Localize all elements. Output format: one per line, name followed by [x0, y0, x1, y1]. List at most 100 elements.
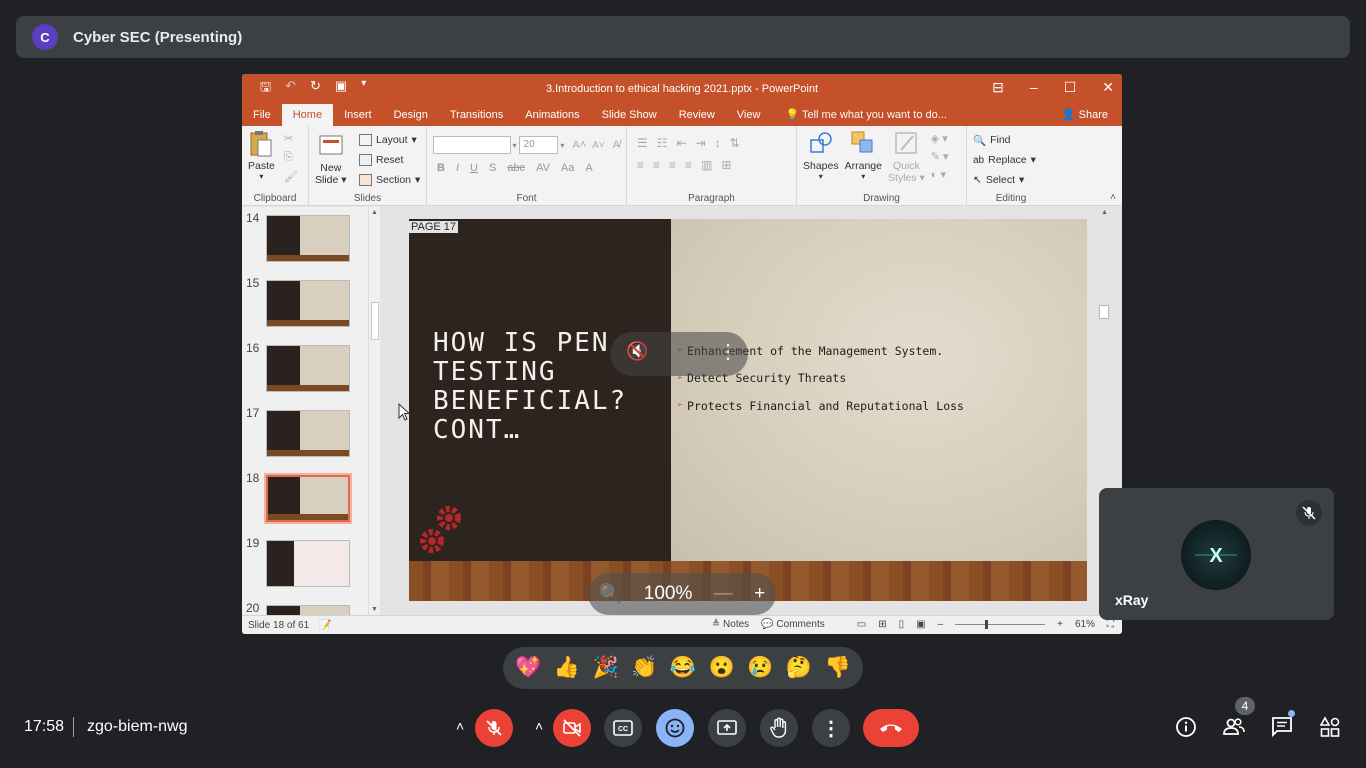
zoom-search-icon[interactable]: 🔍 — [599, 582, 623, 606]
italic-icon[interactable]: I — [456, 162, 459, 174]
slide-canvas[interactable]: PAGE 17 HOW IS PEN TESTING BENEFICIAL? C… — [409, 219, 1087, 601]
replace-button[interactable]: ab Replace ▾ — [973, 150, 1049, 170]
tab-insert[interactable]: Insert — [333, 104, 383, 126]
arrange-button[interactable]: Arrange ▾ — [845, 130, 882, 184]
reading-view-icon[interactable]: ▯ — [899, 619, 905, 630]
chat-button[interactable] — [1271, 716, 1293, 743]
font-name-input[interactable] — [433, 136, 511, 154]
text-direction-icon[interactable]: ⇅ — [730, 136, 740, 150]
decrease-indent-icon[interactable]: ⇤ — [677, 136, 687, 150]
more-options-button[interactable]: ⋮ — [812, 709, 850, 747]
format-painter-icon[interactable]: 🖌 — [284, 170, 298, 183]
tab-review[interactable]: Review — [668, 104, 726, 126]
reaction-crying[interactable]: 😢 — [747, 656, 773, 680]
select-button[interactable]: ↖ Select ▾ — [973, 170, 1049, 190]
increase-indent-icon[interactable]: ⇥ — [696, 136, 706, 150]
reset-button[interactable]: Reset — [359, 150, 420, 170]
thumbnail-14[interactable]: 14 — [246, 211, 354, 262]
scrollbar-thumb[interactable] — [371, 302, 379, 340]
fit-slide-icon[interactable]: ⛶ — [1107, 619, 1114, 630]
zoom-level[interactable]: 61% — [1075, 619, 1095, 630]
more-options-icon[interactable]: ⋮ — [718, 339, 738, 364]
scroll-up-icon[interactable]: ▲ — [371, 209, 378, 216]
reaction-clapping[interactable]: 👏 — [631, 656, 657, 680]
video-options-chevron-icon[interactable]: ˄ — [535, 718, 543, 734]
change-case-icon[interactable]: Aa — [561, 162, 574, 174]
comments-button[interactable]: 💬 Comments — [761, 619, 825, 630]
quick-styles-button[interactable]: Quick Styles ▾ — [888, 130, 925, 184]
zoom-slider[interactable] — [955, 620, 1046, 629]
slideshow-view-icon[interactable]: ▣ — [916, 619, 925, 630]
align-right-icon[interactable]: ≡ — [669, 158, 676, 172]
thumbnail-16[interactable]: 16 — [246, 341, 354, 392]
people-button[interactable] — [1222, 716, 1246, 743]
present-screen-button[interactable] — [708, 709, 746, 747]
shapes-button[interactable]: Shapes ▾ — [803, 130, 839, 184]
tab-home[interactable]: Home — [281, 104, 334, 126]
participant-tile[interactable]: X xRay — [1099, 488, 1334, 620]
redo-icon[interactable]: ↻ — [310, 78, 321, 100]
shape-outline-icon[interactable]: ✎ ▾ — [931, 150, 949, 163]
columns-icon[interactable]: ▥ — [701, 158, 712, 172]
reaction-thumbs-up[interactable]: 👍 — [554, 656, 580, 680]
raise-hand-button[interactable] — [760, 709, 798, 747]
tab-view[interactable]: View — [726, 104, 772, 126]
numbering-icon[interactable]: ☷ — [657, 136, 668, 150]
thumbnail-20[interactable]: 20 — [246, 601, 354, 615]
minimize-icon[interactable]: – — [1030, 79, 1038, 96]
line-spacing-icon[interactable]: ↕ — [715, 136, 721, 150]
camera-off-button[interactable] — [553, 709, 591, 747]
tab-slide-show[interactable]: Slide Show — [591, 104, 668, 126]
bullets-icon[interactable]: ☰ — [637, 136, 648, 150]
font-color-icon[interactable]: A — [585, 162, 592, 174]
thumbnails-scrollbar[interactable]: ▲ ▼ — [368, 207, 380, 615]
reaction-thumbs-down[interactable]: 👎 — [825, 656, 851, 680]
shape-effects-icon[interactable]: ◐ ▾ — [931, 168, 949, 181]
strikethrough-icon[interactable]: abc — [507, 162, 525, 174]
present-from-start-icon[interactable]: ▣ — [335, 78, 347, 100]
spellcheck-icon[interactable]: 📝 — [319, 620, 331, 631]
canvas-scroll-up-icon[interactable]: ▲ — [1101, 209, 1108, 216]
collapse-ribbon-icon[interactable]: ˄ — [1110, 192, 1116, 203]
reaction-thinking[interactable]: 🤔 — [786, 656, 812, 680]
bold-icon[interactable]: B — [437, 162, 445, 174]
zoom-overlay-minus[interactable]: — — [714, 583, 733, 605]
shrink-font-icon[interactable]: A˅ — [592, 140, 605, 151]
slide-sorter-icon[interactable]: ⊞ — [878, 619, 886, 630]
zoom-overlay-plus[interactable]: + — [754, 583, 765, 605]
tab-file[interactable]: File — [242, 104, 282, 126]
close-icon[interactable]: ✕ — [1102, 79, 1114, 96]
clear-format-icon[interactable]: A̸ — [613, 139, 620, 151]
normal-view-icon[interactable]: ▭ — [857, 619, 866, 630]
canvas-scrollbar-thumb[interactable] — [1099, 305, 1109, 319]
share-button[interactable]: 👤 Share — [1056, 104, 1114, 126]
grow-font-icon[interactable]: A˄ — [572, 139, 586, 151]
new-slide-button[interactable]: New Slide ▾ — [315, 132, 347, 186]
shadow-icon[interactable]: S — [489, 162, 496, 174]
shape-fill-icon[interactable]: ◈ ▾ — [931, 132, 949, 145]
tell-me-box[interactable]: 💡 Tell me what you want to do... — [771, 104, 946, 126]
captions-button[interactable]: CC — [604, 709, 642, 747]
notes-button[interactable]: ≜ Notes — [712, 619, 749, 630]
layout-button[interactable]: Layout ▾ — [359, 130, 420, 150]
thumbnail-18[interactable]: 18 — [246, 471, 354, 524]
reaction-party-popper[interactable]: 🎉 — [593, 656, 619, 680]
meeting-details-button[interactable] — [1175, 716, 1197, 743]
thumbnail-17[interactable]: 17 — [246, 406, 354, 457]
tab-animations[interactable]: Animations — [514, 104, 590, 126]
muted-audio-icon[interactable]: 🔇 — [626, 341, 648, 362]
reaction-laughing[interactable]: 😂 — [670, 656, 696, 680]
tab-design[interactable]: Design — [383, 104, 439, 126]
activities-button[interactable] — [1319, 716, 1341, 743]
zoom-in-icon[interactable]: + — [1057, 619, 1063, 630]
zoom-out-icon[interactable]: – — [938, 619, 944, 630]
find-button[interactable]: 🔍 Find — [973, 130, 1049, 150]
customize-qat-icon[interactable]: ▾ — [361, 78, 366, 100]
tab-transitions[interactable]: Transitions — [439, 104, 514, 126]
copy-icon[interactable]: ⎘ — [284, 151, 298, 164]
scroll-down-icon[interactable]: ▼ — [371, 606, 378, 613]
thumbnail-15[interactable]: 15 — [246, 276, 354, 327]
save-icon[interactable]: 🖫 — [260, 78, 271, 100]
reaction-surprised[interactable]: 😮 — [709, 656, 735, 680]
smartart-icon[interactable]: ⊞ — [721, 158, 731, 172]
